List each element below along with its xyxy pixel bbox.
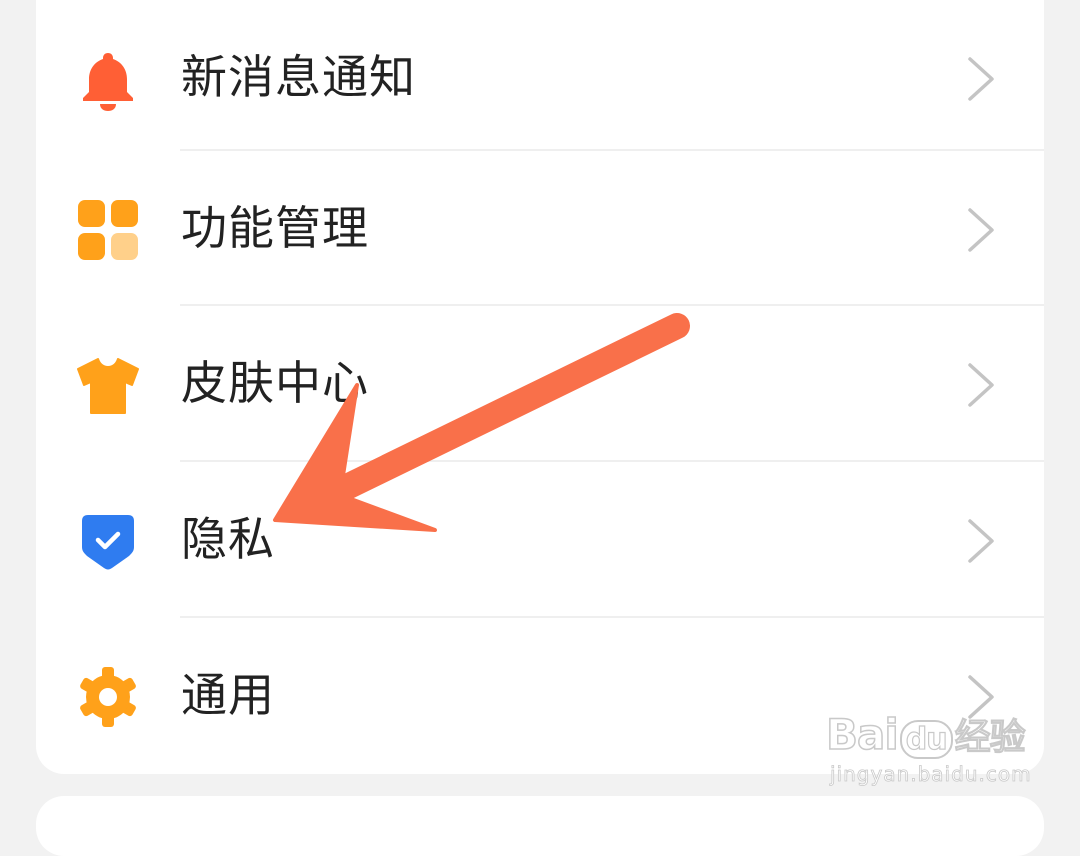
settings-item-privacy[interactable]: 隐私 bbox=[36, 462, 1044, 617]
chevron-right-icon bbox=[964, 55, 998, 103]
shield-check-icon bbox=[76, 509, 140, 573]
settings-item-label: 隐私 bbox=[181, 512, 275, 566]
gear-icon bbox=[76, 665, 140, 729]
grid-icon bbox=[76, 198, 140, 262]
tshirt-icon bbox=[76, 353, 140, 417]
chevron-right-icon bbox=[964, 361, 998, 409]
settings-item-label: 新消息通知 bbox=[181, 50, 416, 104]
chevron-right-icon bbox=[964, 206, 998, 254]
settings-item-feature-management[interactable]: 功能管理 bbox=[36, 151, 1044, 306]
chevron-right-icon bbox=[964, 517, 998, 565]
next-settings-card bbox=[36, 796, 1044, 856]
settings-item-label: 通用 bbox=[181, 668, 275, 722]
settings-item-skin-center[interactable]: 皮肤中心 bbox=[36, 306, 1044, 461]
settings-item-general[interactable]: 通用 bbox=[36, 618, 1044, 773]
chevron-right-icon bbox=[964, 673, 998, 721]
bell-icon bbox=[76, 47, 140, 111]
settings-item-label: 皮肤中心 bbox=[181, 356, 369, 410]
settings-item-notifications[interactable]: 新消息通知 bbox=[36, 0, 1044, 155]
settings-item-label: 功能管理 bbox=[181, 201, 369, 255]
